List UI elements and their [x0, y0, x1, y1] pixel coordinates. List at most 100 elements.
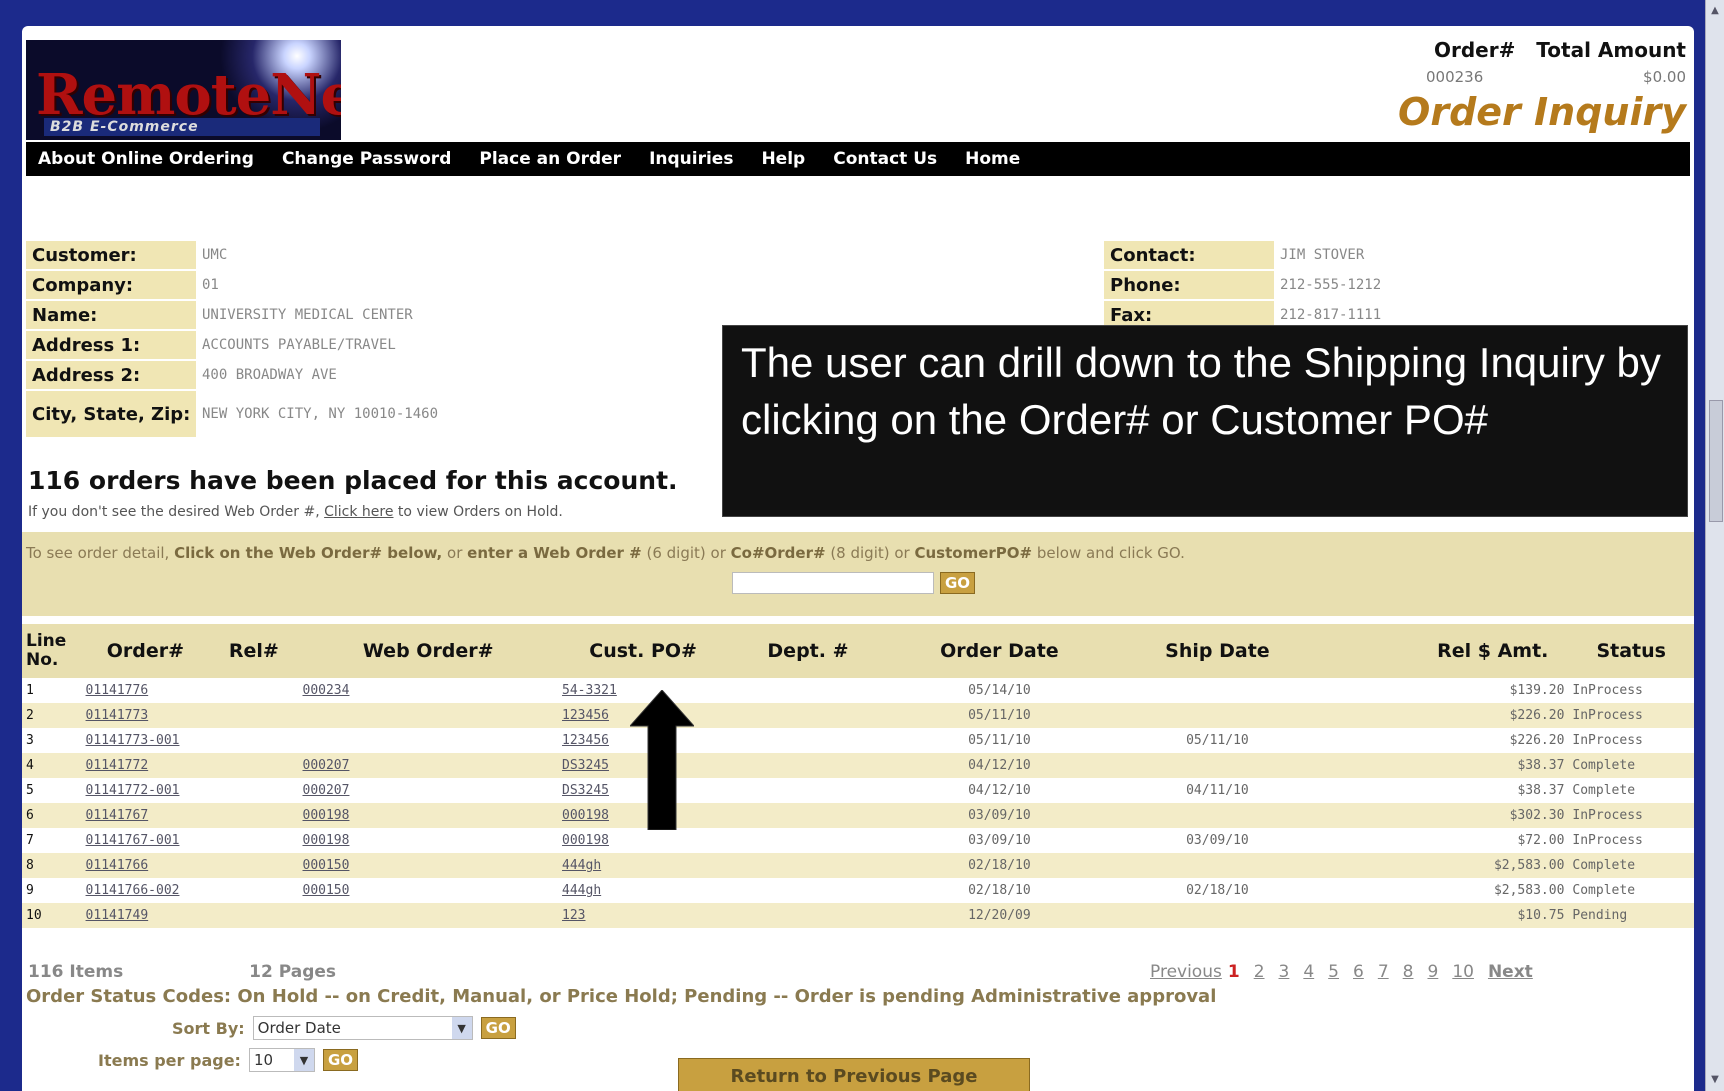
orders-table-header: Line No. Order# Rel# Web Order# Cust. PO… [22, 624, 1694, 678]
pager-page-8[interactable]: 8 [1403, 962, 1414, 982]
pager-page-10[interactable]: 10 [1452, 962, 1474, 982]
cust-po-link[interactable]: 000198 [558, 803, 888, 828]
sort-controls: Sort By: Order Date ▼ GO [172, 1016, 516, 1040]
order-number-link[interactable]: 01141772-001 [81, 778, 299, 803]
web-order-link[interactable]: 000207 [298, 778, 559, 803]
pager-next[interactable]: Next [1488, 962, 1533, 982]
cust-po-link[interactable]: 000198 [558, 828, 888, 853]
address2-value: 400 BROADWAY AVE [202, 367, 337, 383]
city-state-zip-label: City, State, Zip: [26, 391, 196, 437]
web-order-link[interactable]: 000234 [298, 678, 559, 703]
search-instructions: To see order detail, Click on the Web Or… [26, 544, 1185, 562]
col-rel-number[interactable]: Rel# [209, 624, 299, 678]
web-order-link[interactable] [298, 728, 559, 753]
scroll-thumb[interactable] [1709, 400, 1723, 522]
table-row: 2 01141773 123456 05/11/10 $226.20 InProcess [22, 703, 1694, 728]
sort-by-select[interactable]: Order Date ▼ [252, 1016, 473, 1040]
cust-po-link[interactable]: 123456 [558, 728, 888, 753]
name-value: UNIVERSITY MEDICAL CENTER [202, 307, 413, 323]
nav-about-online-ordering[interactable]: About Online Ordering [38, 149, 254, 169]
order-date: 02/18/10 [887, 878, 1112, 903]
col-dept[interactable]: Dept. # [728, 624, 888, 678]
orders-table-wrap: Line No. Order# Rel# Web Order# Cust. PO… [22, 624, 1694, 928]
nav-inquiries[interactable]: Inquiries [649, 149, 733, 169]
web-order-link[interactable] [298, 903, 559, 928]
order-number-link[interactable]: 01141773 [81, 703, 299, 728]
items-per-page-select[interactable]: 10 ▼ [248, 1048, 315, 1072]
order-status: InProcess [1568, 828, 1694, 853]
order-number-link[interactable]: 01141766 [81, 853, 299, 878]
scroll-down-icon[interactable]: ▼ [1708, 1073, 1722, 1087]
orders-table: Line No. Order# Rel# Web Order# Cust. PO… [22, 624, 1694, 928]
cust-po-link[interactable]: 54-3321 [558, 678, 888, 703]
order-date: 04/12/10 [887, 753, 1112, 778]
web-order-link[interactable]: 000198 [298, 828, 559, 853]
pager-page-4[interactable]: 4 [1303, 962, 1314, 982]
order-search-panel: To see order detail, Click on the Web Or… [22, 532, 1694, 616]
scroll-up-icon[interactable]: ▲ [1708, 4, 1722, 18]
ship-date: 05/11/10 [1111, 728, 1324, 753]
order-number-link[interactable]: 01141766-002 [81, 878, 299, 903]
pager-current: 1 [1227, 962, 1240, 982]
pager-page-6[interactable]: 6 [1353, 962, 1364, 982]
cust-po-link[interactable]: 123456 [558, 703, 888, 728]
order-number-link[interactable]: 01141749 [81, 903, 299, 928]
instr-mid2: (6 digit) or [641, 544, 731, 562]
order-date: 03/09/10 [887, 828, 1112, 853]
cust-po-link[interactable]: 444gh [558, 878, 888, 903]
nav-place-an-order[interactable]: Place an Order [479, 149, 621, 169]
pager-page-7[interactable]: 7 [1378, 962, 1389, 982]
cust-po-link[interactable]: 123 [558, 903, 888, 928]
up-arrow-icon [630, 690, 694, 830]
col-cust-po[interactable]: Cust. PO# [558, 624, 729, 678]
rel-amount: $2,583.00 [1323, 853, 1569, 878]
rel-amount: $226.20 [1323, 703, 1569, 728]
cust-po-link[interactable]: 444gh [558, 853, 888, 878]
sort-go-button[interactable]: GO [480, 1017, 516, 1039]
order-status: Complete [1568, 753, 1694, 778]
col-web-order[interactable]: Web Order# [298, 624, 559, 678]
vertical-scrollbar[interactable]: ▲ ▼ [1705, 0, 1724, 1091]
search-go-button[interactable]: GO [940, 572, 976, 594]
web-order-link[interactable] [298, 703, 559, 728]
view-orders-on-hold-link[interactable]: Click here [324, 504, 393, 520]
web-order-link[interactable]: 000207 [298, 753, 559, 778]
order-number-link[interactable]: 01141776 [81, 678, 299, 703]
rel-amount: $10.75 [1323, 903, 1569, 928]
col-ship-date[interactable]: Ship Date [1111, 624, 1324, 678]
web-order-link[interactable]: 000198 [298, 803, 559, 828]
order-number-link[interactable]: 01141773-001 [81, 728, 299, 753]
order-number-link[interactable]: 01141767-001 [81, 828, 299, 853]
company-value: 01 [202, 277, 219, 293]
order-search-input[interactable] [732, 572, 934, 594]
nav-change-password[interactable]: Change Password [282, 149, 451, 169]
pager-page-2[interactable]: 2 [1254, 962, 1265, 982]
customer-label: Customer: [26, 241, 196, 269]
table-row: 4 01141772 000207 DS3245 04/12/10 $38.37 Compl… [22, 753, 1694, 778]
table-row: 3 01141773-001 123456 05/11/10 05/11/10 $226.… [22, 728, 1694, 753]
pager-page-5[interactable]: 5 [1328, 962, 1339, 982]
web-order-link[interactable]: 000150 [298, 853, 559, 878]
phone-label: Phone: [1104, 271, 1274, 299]
order-number-link[interactable]: 01141772 [81, 753, 299, 778]
per-page-go-button[interactable]: GO [322, 1049, 359, 1071]
order-number-link[interactable]: 01141767 [81, 803, 299, 828]
address1-label: Address 1: [26, 331, 196, 359]
return-to-previous-page-button[interactable]: Return to Previous Page [678, 1058, 1030, 1091]
nav-home[interactable]: Home [965, 149, 1020, 169]
col-status[interactable]: Status [1568, 624, 1694, 678]
col-rel-amount[interactable]: Rel $ Amt. [1323, 624, 1569, 678]
pager-page-3[interactable]: 3 [1279, 962, 1290, 982]
nav-contact-us[interactable]: Contact Us [833, 149, 937, 169]
cust-po-link[interactable]: DS3245 [558, 753, 888, 778]
col-order-date[interactable]: Order Date [887, 624, 1112, 678]
web-order-link[interactable]: 000150 [298, 878, 559, 903]
col-order-number[interactable]: Order# [81, 624, 210, 678]
pager-page-9[interactable]: 9 [1427, 962, 1438, 982]
rel-amount: $38.37 [1323, 753, 1569, 778]
contact-info-block: Contact: JIM STOVER Phone: 212-555-1212 Fa… [1104, 240, 1381, 330]
nav-help[interactable]: Help [761, 149, 805, 169]
pager-previous[interactable]: Previous [1150, 962, 1222, 982]
chevron-down-icon: ▼ [293, 1049, 314, 1071]
cust-po-link[interactable]: DS3245 [558, 778, 888, 803]
